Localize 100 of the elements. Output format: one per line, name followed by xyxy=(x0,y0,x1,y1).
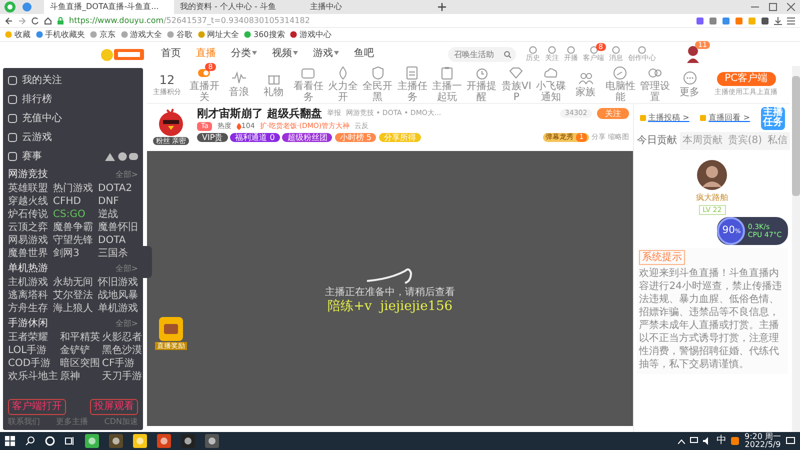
user-avatar[interactable] xyxy=(697,160,728,190)
toolbar-label[interactable]: 主播一起玩 xyxy=(430,82,464,104)
download-icon[interactable] xyxy=(774,16,782,24)
category-link[interactable]: 云顶之弈 xyxy=(8,222,48,234)
recorder-app-icon[interactable] xyxy=(181,434,195,448)
toolbar-label[interactable]: 家族 xyxy=(576,88,596,98)
bookmark[interactable]: 京东 xyxy=(90,30,116,40)
reload-icon[interactable] xyxy=(31,16,39,24)
toolbar-label[interactable]: 管理设置 xyxy=(638,82,672,104)
people-icon[interactable] xyxy=(578,71,593,85)
panel-link[interactable]: 主播投稿 > xyxy=(648,113,690,123)
task-view-icon[interactable] xyxy=(65,436,75,446)
category-link[interactable]: 暗区突围 xyxy=(60,358,100,370)
browser-tab[interactable]: 我的资料 - 个人中心 - 斗鱼 xyxy=(174,0,304,14)
category-link[interactable]: 天刀手游 xyxy=(102,371,142,383)
bookmark[interactable]: 网址大全 xyxy=(198,30,239,40)
sidebar-item[interactable]: 排行榜 xyxy=(8,90,138,109)
bookmark[interactable]: 谷歌 xyxy=(167,30,192,40)
room-badge[interactable]: VIP贵 xyxy=(197,132,228,142)
home-icon[interactable] xyxy=(44,16,52,24)
bookmark[interactable]: 360搜索 xyxy=(244,30,285,40)
avatar[interactable] xyxy=(686,45,700,63)
sidebar-item[interactable]: 赛事 xyxy=(8,147,138,166)
diamond-icon[interactable] xyxy=(509,66,524,80)
category-link[interactable]: 金铲铲 xyxy=(60,345,100,357)
forward-icon[interactable] xyxy=(18,16,26,24)
game-app-icon[interactable] xyxy=(157,434,171,448)
toolbar-label[interactable]: 音浪 xyxy=(229,88,249,98)
sidebar-item[interactable]: 我的关注 xyxy=(8,71,138,90)
room-badge[interactable]: 超级粉丝团 xyxy=(282,132,332,142)
category-link[interactable]: 热门游戏 xyxy=(53,183,93,195)
category-link[interactable]: 战地风暴 xyxy=(98,290,138,302)
scrollbar[interactable] xyxy=(792,66,800,432)
category-link[interactable]: 永劫无间 xyxy=(53,277,93,289)
category-link[interactable]: 欢乐斗地主 xyxy=(8,371,58,383)
search-icon[interactable] xyxy=(25,436,35,446)
bookmark[interactable]: 游戏中心 xyxy=(290,30,332,40)
category-link[interactable]: 王者荣耀 xyxy=(8,332,58,344)
nav-link[interactable]: 分类 xyxy=(231,48,257,60)
clipboard-icon[interactable] xyxy=(440,66,454,80)
bird-avatar[interactable] xyxy=(158,107,184,137)
start-icon[interactable] xyxy=(5,436,15,446)
waveform-icon[interactable] xyxy=(232,71,246,85)
toolbar-label[interactable]: 礼物 xyxy=(264,88,284,98)
toolbar-label[interactable]: 贵族VIP xyxy=(499,82,534,104)
cloud-icon[interactable] xyxy=(544,66,558,80)
header-link-icon[interactable] xyxy=(529,46,537,54)
header-link-icon[interactable] xyxy=(638,46,646,54)
gauge-icon[interactable] xyxy=(613,66,628,80)
category-link[interactable]: 魔兽争霸 xyxy=(53,222,93,234)
sidebar-item[interactable]: 充值中心 xyxy=(8,109,138,128)
category-link[interactable]: 网易游戏 xyxy=(8,235,48,247)
toolbar-label[interactable]: 电脑性能 xyxy=(603,82,638,104)
category-link[interactable]: 守望先锋 xyxy=(53,235,93,247)
category-link[interactable]: 穿越火线 xyxy=(8,196,48,208)
category-link[interactable]: 方舟生存 xyxy=(8,303,48,315)
category-link[interactable]: 艾尔登法 xyxy=(53,290,93,302)
category-link[interactable]: 原神 xyxy=(60,371,100,383)
nav-link[interactable]: 首页 xyxy=(161,48,181,60)
app-tray-icon[interactable] xyxy=(731,437,740,445)
category-link[interactable]: CS:GO xyxy=(53,209,93,221)
category-link[interactable]: 魔兽世界 xyxy=(8,248,48,260)
browser-tab[interactable]: 主播中心 xyxy=(304,0,434,14)
nav-link[interactable]: 视频 xyxy=(272,48,298,60)
url-field[interactable]: https://www.douyu.com/52641537_t=0.9340830105314182 xyxy=(69,16,310,26)
bookmark[interactable]: 手机收藏夹 xyxy=(36,30,85,40)
toolbar-label[interactable]: 看看任务 xyxy=(291,82,326,104)
checklist-icon[interactable] xyxy=(405,66,420,80)
tv-icon[interactable] xyxy=(301,66,316,80)
header-link-icon[interactable] xyxy=(567,46,575,54)
category-link[interactable]: 英雄联盟 xyxy=(8,183,48,195)
header-link-icon[interactable] xyxy=(590,46,598,54)
new-tab-icon[interactable] xyxy=(438,3,446,11)
header-link-icon[interactable] xyxy=(612,46,620,54)
nav-link[interactable]: 游戏 xyxy=(313,48,339,60)
game-app-icon[interactable] xyxy=(109,434,123,448)
category-link[interactable]: CFHD xyxy=(53,196,93,208)
ime-indicator[interactable]: 中 xyxy=(716,435,726,447)
browser-tab[interactable]: 斗鱼直播_DOTA直播-斗鱼直... xyxy=(44,0,174,14)
category-link[interactable]: 和平精英 xyxy=(60,332,100,344)
toolbar-label[interactable]: 主播任务 xyxy=(395,82,430,104)
category-link[interactable]: 逃离塔科 xyxy=(8,290,48,302)
category-link[interactable]: 单机游戏 xyxy=(98,303,138,315)
category-link[interactable]: 海上狼人 xyxy=(53,303,93,315)
category-link[interactable]: 逆战 xyxy=(98,209,138,221)
network-icon[interactable] xyxy=(690,437,698,445)
category-link[interactable]: 火影忍者 xyxy=(102,332,142,344)
more-icon[interactable] xyxy=(682,71,697,85)
category-link[interactable]: COD手游 xyxy=(8,358,58,370)
clock-time[interactable]: 9:20 周一 xyxy=(744,433,781,441)
category-link[interactable]: LOL手游 xyxy=(8,345,58,357)
toolbar-label[interactable]: 更多 xyxy=(680,88,700,98)
browser-app-icon[interactable] xyxy=(85,434,99,448)
close-icon[interactable] xyxy=(787,3,795,11)
room-badge[interactable]: 福利通道 0 xyxy=(230,132,280,142)
category-link[interactable]: DOTA2 xyxy=(98,183,138,195)
search-field[interactable]: 召唤生活助 xyxy=(448,46,516,62)
category-link[interactable]: 三国杀 xyxy=(98,248,138,260)
category-link[interactable]: DOTA xyxy=(98,235,138,247)
category-link[interactable]: 怀旧游戏 xyxy=(98,277,138,289)
